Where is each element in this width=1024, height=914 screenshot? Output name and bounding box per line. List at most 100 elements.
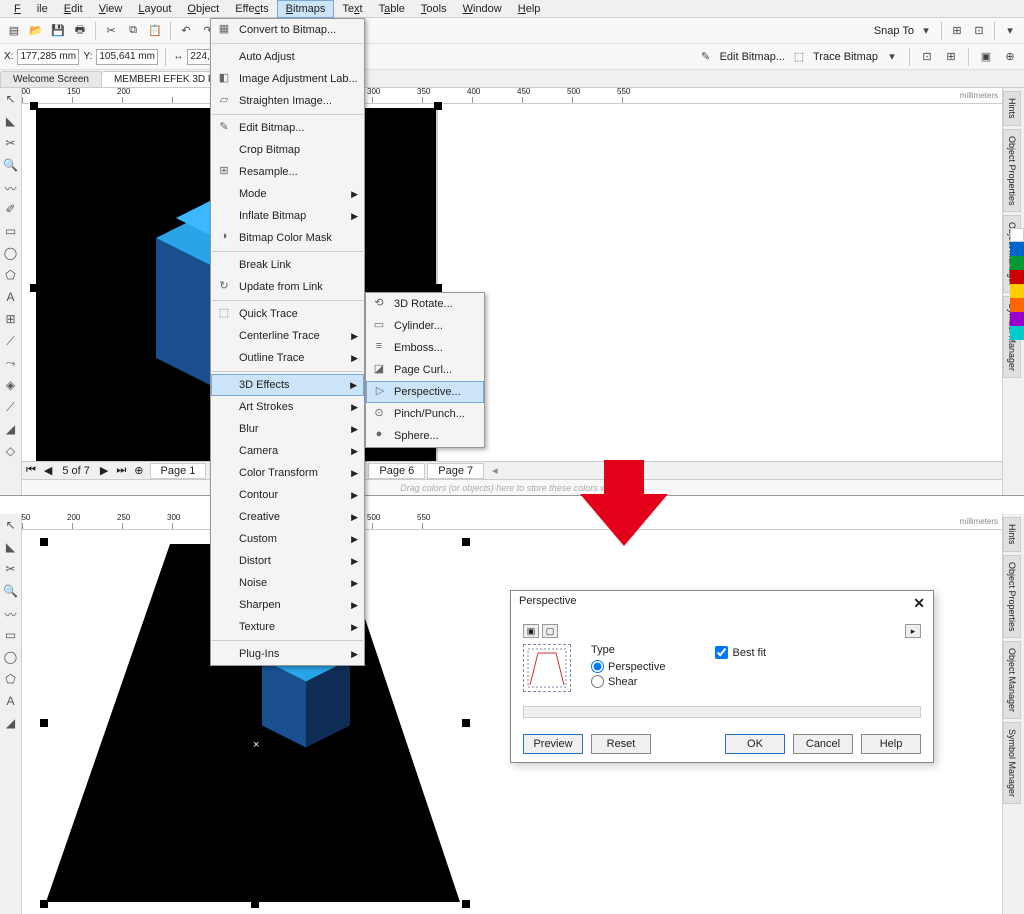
- submenu-item[interactable]: ▭Cylinder...: [366, 315, 484, 337]
- menu-item[interactable]: Art Strokes▶: [211, 396, 364, 418]
- table-tool-icon[interactable]: ⊞: [3, 312, 19, 328]
- menu-item[interactable]: ⬚Quick Trace: [211, 303, 364, 325]
- polygon-tool-icon[interactable]: ⬠: [3, 268, 19, 284]
- cancel-button[interactable]: Cancel: [793, 734, 853, 754]
- menu-item[interactable]: ▦Convert to Bitmap...: [211, 19, 364, 41]
- submenu-item[interactable]: ▷Perspective...: [366, 381, 484, 403]
- page-tab-6[interactable]: Page 6: [368, 463, 425, 479]
- menu-item[interactable]: Sharpen▶: [211, 594, 364, 616]
- submenu-item[interactable]: ≡Emboss...: [366, 337, 484, 359]
- close-icon[interactable]: ✕: [913, 595, 925, 612]
- menu-item[interactable]: Camera▶: [211, 440, 364, 462]
- collapse-icon[interactable]: ▣: [523, 624, 539, 638]
- submenu-item[interactable]: ●Sphere...: [366, 425, 484, 447]
- rectangle-tool-icon[interactable]: ▭: [3, 628, 19, 644]
- menu-layout[interactable]: Layout: [130, 1, 179, 17]
- menu-item[interactable]: ✎Edit Bitmap...: [211, 117, 364, 139]
- polygon-tool-icon[interactable]: ⬠: [3, 672, 19, 688]
- ellipse-tool-icon[interactable]: ◯: [3, 246, 19, 262]
- effects-tool-icon[interactable]: ◈: [3, 378, 19, 394]
- y-field[interactable]: [96, 49, 158, 65]
- zoom-tool-icon[interactable]: 🔍: [3, 584, 19, 600]
- menu-tools[interactable]: Tools: [413, 1, 455, 17]
- reset-button[interactable]: Reset: [591, 734, 651, 754]
- app-icon[interactable]: ▾: [1000, 21, 1020, 41]
- chevron-down-icon[interactable]: ▾: [916, 21, 936, 41]
- menu-item[interactable]: Distort▶: [211, 550, 364, 572]
- text-tool-icon[interactable]: A: [3, 290, 19, 306]
- crop-tool-icon[interactable]: ✂: [3, 136, 19, 152]
- fill-tool-icon[interactable]: ◢: [3, 716, 19, 732]
- shape-tool-icon[interactable]: ◣: [3, 114, 19, 130]
- page-first-icon[interactable]: ⏮: [22, 464, 40, 477]
- expand-icon[interactable]: ▢: [542, 624, 558, 638]
- menu-file[interactable]: File: [6, 1, 56, 17]
- pick-tool-icon[interactable]: ↖: [3, 92, 19, 108]
- pick-tool-icon[interactable]: ↖: [3, 518, 19, 534]
- submenu-item[interactable]: ⊙Pinch/Punch...: [366, 403, 484, 425]
- outline-tool-icon[interactable]: ◇: [3, 444, 19, 460]
- rectangle-tool-icon[interactable]: ▭: [3, 224, 19, 240]
- menu-window[interactable]: Window: [455, 1, 510, 17]
- menu-item[interactable]: Color Transform▶: [211, 462, 364, 484]
- cut-icon[interactable]: ✂: [101, 21, 121, 41]
- new-icon[interactable]: ▤: [4, 21, 24, 41]
- ok-button[interactable]: OK: [725, 734, 785, 754]
- edit-bitmap-icon[interactable]: ✎: [696, 47, 716, 67]
- docker-object-properties[interactable]: Object Properties: [1003, 555, 1021, 639]
- menu-item[interactable]: Noise▶: [211, 572, 364, 594]
- docker-object-manager[interactable]: Object Manager: [1003, 641, 1021, 719]
- save-icon[interactable]: 💾: [48, 21, 68, 41]
- submenu-item[interactable]: ⟲3D Rotate...: [366, 293, 484, 315]
- page-next-icon[interactable]: ▶: [96, 464, 112, 477]
- color-well[interactable]: Drag colors (or objects) here to store t…: [22, 479, 1002, 495]
- launch-icon[interactable]: ⊡: [969, 21, 989, 41]
- menu-text[interactable]: Text: [334, 1, 370, 17]
- menu-item[interactable]: 3D Effects▶: [211, 374, 364, 396]
- docker-symbol-manager[interactable]: Symbol Manager: [1003, 722, 1021, 804]
- menu-item[interactable]: Contour▶: [211, 484, 364, 506]
- menu-bitmaps[interactable]: Bitmaps: [277, 0, 335, 18]
- submenu-item[interactable]: ◪Page Curl...: [366, 359, 484, 381]
- freehand-tool-icon[interactable]: 〰: [3, 606, 19, 622]
- fill-tool-icon[interactable]: ◢: [3, 422, 19, 438]
- tab-welcome[interactable]: Welcome Screen: [0, 71, 102, 87]
- options-icon[interactable]: ⊞: [947, 21, 967, 41]
- text-tool-icon[interactable]: A: [3, 694, 19, 710]
- menu-item[interactable]: Blur▶: [211, 418, 364, 440]
- menu-object[interactable]: Object: [179, 1, 227, 17]
- menu-table[interactable]: Table: [371, 1, 413, 17]
- help-button[interactable]: Help: [861, 734, 921, 754]
- freehand-tool-icon[interactable]: 〰: [3, 180, 19, 196]
- docker-object-properties[interactable]: Object Properties: [1003, 129, 1021, 213]
- trace-bitmap-icon[interactable]: ⬚: [789, 47, 809, 67]
- plus-icon[interactable]: ⊕: [1000, 47, 1020, 67]
- menu-item[interactable]: ⊞Resample...: [211, 161, 364, 183]
- trace-bitmap-label[interactable]: Trace Bitmap: [813, 51, 878, 63]
- menu-view[interactable]: View: [91, 1, 131, 17]
- menu-item[interactable]: Outline Trace▶: [211, 347, 364, 369]
- crop-icon[interactable]: ⊡: [917, 47, 937, 67]
- edit-bitmap-label[interactable]: Edit Bitmap...: [720, 51, 785, 63]
- print-icon[interactable]: 🖶: [70, 21, 90, 41]
- x-field[interactable]: [17, 49, 79, 65]
- menu-item[interactable]: Inflate Bitmap▶: [211, 205, 364, 227]
- docker-hints[interactable]: Hints: [1003, 517, 1021, 552]
- undo-icon[interactable]: ↶: [176, 21, 196, 41]
- eyedropper-tool-icon[interactable]: ⟋: [3, 400, 19, 416]
- connector-tool-icon[interactable]: ⤳: [3, 356, 19, 372]
- menu-item[interactable]: ◧Image Adjustment Lab...: [211, 68, 364, 90]
- wrap-icon[interactable]: ▣: [976, 47, 996, 67]
- radio-perspective[interactable]: Perspective: [591, 660, 665, 673]
- menu-item[interactable]: Centerline Trace▶: [211, 325, 364, 347]
- preview-button[interactable]: Preview: [523, 734, 583, 754]
- menu-item[interactable]: Plug-Ins▶: [211, 643, 364, 665]
- menu-edit[interactable]: Edit: [56, 1, 91, 17]
- zoom-tool-icon[interactable]: 🔍: [3, 158, 19, 174]
- menu-item[interactable]: Custom▶: [211, 528, 364, 550]
- menu-item[interactable]: Mode▶: [211, 183, 364, 205]
- radio-shear[interactable]: Shear: [591, 675, 665, 688]
- shape-tool-icon[interactable]: ◣: [3, 540, 19, 556]
- menu-item[interactable]: ▱Straighten Image...: [211, 90, 364, 112]
- menu-help[interactable]: Help: [510, 1, 549, 17]
